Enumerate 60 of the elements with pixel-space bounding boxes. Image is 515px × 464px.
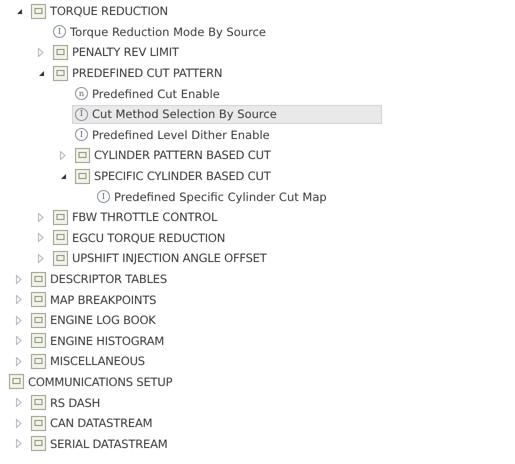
collapsed-arrow-icon[interactable] <box>16 316 22 325</box>
collapsed-arrow-icon[interactable] <box>38 233 44 242</box>
collapsed-arrow-icon[interactable] <box>16 295 22 304</box>
tree-item[interactable]: PREDEFINED CUT PATTERN <box>50 64 226 83</box>
folder-icon <box>31 312 46 328</box>
tree-item[interactable]: SPECIFIC CYLINDER BASED CUT <box>72 166 275 186</box>
parameter-icon: I <box>97 190 110 204</box>
folder-icon <box>31 416 46 431</box>
folder-icon <box>31 436 46 452</box>
tree-item[interactable]: RS DASH <box>28 393 104 412</box>
tree-item[interactable]: MAP BREAKPOINTS <box>28 290 160 310</box>
collapsed-arrow-icon[interactable] <box>38 48 44 57</box>
tree-item[interactable]: CYLINDER PATTERN BASED CUT <box>72 146 275 165</box>
folder-icon <box>9 374 24 390</box>
tree-item[interactable]: PENALTY REV LIMIT <box>50 42 183 62</box>
tree-item[interactable]: ENGINE HISTOGRAM <box>28 331 168 350</box>
collapsed-arrow-icon[interactable] <box>16 439 22 448</box>
tree-item[interactable]: EGCU TORQUE REDUCTION <box>50 228 230 248</box>
tree-item[interactable]: UPSHIFT INJECTION ANGLE OFFSET <box>50 248 271 268</box>
folder-icon <box>31 354 46 369</box>
collapsed-arrow-icon[interactable] <box>38 254 44 263</box>
tree-item[interactable]: COMMUNICATIONS SETUP <box>6 372 176 392</box>
tree-item[interactable]: n Predefined Cut Enable <box>72 84 224 104</box>
parameter-icon: I <box>75 108 88 121</box>
folder-icon <box>75 148 90 163</box>
folder-icon <box>53 44 68 60</box>
folder-icon <box>31 292 46 308</box>
collapsed-arrow-icon[interactable] <box>38 212 44 222</box>
parameter-icon: I <box>75 128 88 142</box>
tree-item[interactable]: TORQUE REDUCTION <box>28 2 172 21</box>
parameter-icon: I <box>53 25 66 38</box>
tree-item[interactable]: CAN DATASTREAM <box>28 414 156 433</box>
tree-item[interactable]: SERIAL DATASTREAM <box>28 434 172 454</box>
folder-icon <box>53 250 68 266</box>
folder-icon <box>31 333 46 348</box>
tree-item[interactable]: FBW THROTTLE CONTROL <box>50 208 222 227</box>
folder-icon <box>75 168 90 184</box>
expanded-arrow-icon[interactable] <box>38 70 44 77</box>
tree-item[interactable]: MISCELLANEOUS <box>28 352 149 371</box>
tree-item[interactable]: I Predefined Specific Cylinder Cut Map <box>94 187 331 206</box>
expanded-arrow-icon[interactable] <box>60 172 66 180</box>
folder-icon <box>53 230 68 246</box>
tree-item[interactable]: ENGINE LOG BOOK <box>28 310 160 330</box>
collapsed-arrow-icon[interactable] <box>16 398 22 408</box>
tree-item[interactable]: I Cut Method Selection By Source <box>72 104 382 124</box>
tree-item[interactable]: I Predefined Level Dither Enable <box>72 125 274 144</box>
parameter-icon: n <box>75 87 88 100</box>
expanded-arrow-icon[interactable] <box>16 8 22 15</box>
tree-item[interactable]: I Torque Reduction Mode By Source <box>50 22 270 42</box>
tree-item[interactable]: DESCRIPTOR TABLES <box>28 270 171 289</box>
collapsed-arrow-icon[interactable] <box>60 150 66 160</box>
collapsed-arrow-icon[interactable] <box>16 356 22 366</box>
collapsed-arrow-icon[interactable] <box>16 274 22 284</box>
collapsed-arrow-icon[interactable] <box>16 336 22 346</box>
folder-icon <box>31 272 46 287</box>
folder-icon <box>31 4 46 19</box>
folder-icon <box>31 395 46 410</box>
collapsed-arrow-icon[interactable] <box>16 418 22 428</box>
folder-icon <box>53 66 68 81</box>
folder-icon <box>53 210 68 225</box>
